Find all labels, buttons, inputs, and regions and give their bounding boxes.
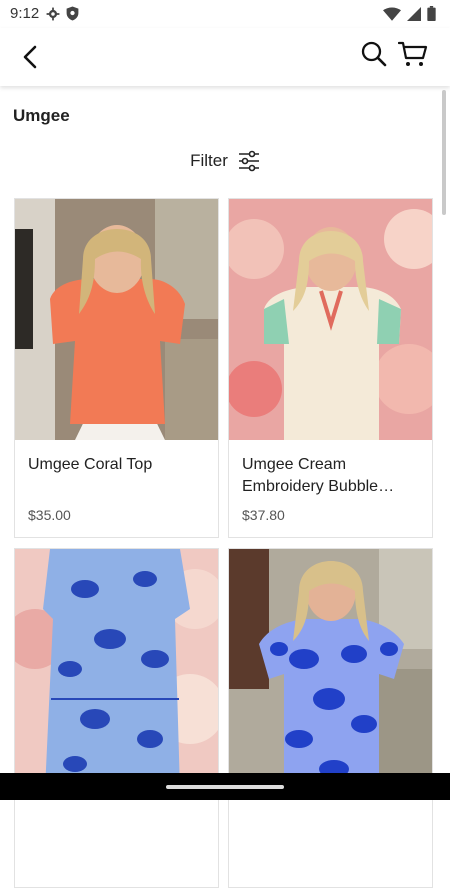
- cart-icon: [397, 41, 428, 66]
- system-nav-bar: [0, 773, 450, 800]
- battery-icon: [427, 6, 436, 21]
- product-price: $37.80: [242, 507, 285, 523]
- status-bar: 9:12: [0, 0, 450, 28]
- product-card[interactable]: Umgee Coral Top $35.00: [14, 198, 219, 538]
- product-name: Umgee Cream Embroidery Bubble Sleeve Top: [242, 456, 379, 495]
- product-card[interactable]: [14, 548, 219, 888]
- shield-icon: [66, 6, 79, 21]
- app-bar: [0, 28, 450, 86]
- product-image: [229, 199, 432, 440]
- status-time: 9:12: [10, 5, 40, 22]
- search-icon: [361, 41, 387, 67]
- filter-sliders-icon: [238, 150, 259, 172]
- page-title: Umgee: [13, 106, 70, 125]
- home-gesture-bar[interactable]: [166, 785, 284, 789]
- cart-button[interactable]: [397, 40, 428, 68]
- search-button[interactable]: [360, 40, 388, 68]
- back-arrow-icon: [23, 45, 37, 69]
- product-card[interactable]: Umgee Cream Embroidery Bubble Sleeve Top…: [228, 198, 433, 538]
- product-image: [15, 199, 218, 440]
- product-image: [15, 549, 218, 790]
- product-card[interactable]: [228, 548, 433, 888]
- product-price: $35.00: [28, 507, 71, 523]
- filter-button[interactable]: Filter: [0, 150, 450, 172]
- back-button[interactable]: [16, 42, 46, 72]
- filter-label: Filter: [190, 151, 228, 170]
- product-name: Umgee Coral Top: [28, 456, 153, 473]
- signal-icon: [407, 6, 421, 21]
- settings-icon: [46, 7, 60, 20]
- wifi-icon: [383, 6, 401, 21]
- product-image: [229, 549, 432, 790]
